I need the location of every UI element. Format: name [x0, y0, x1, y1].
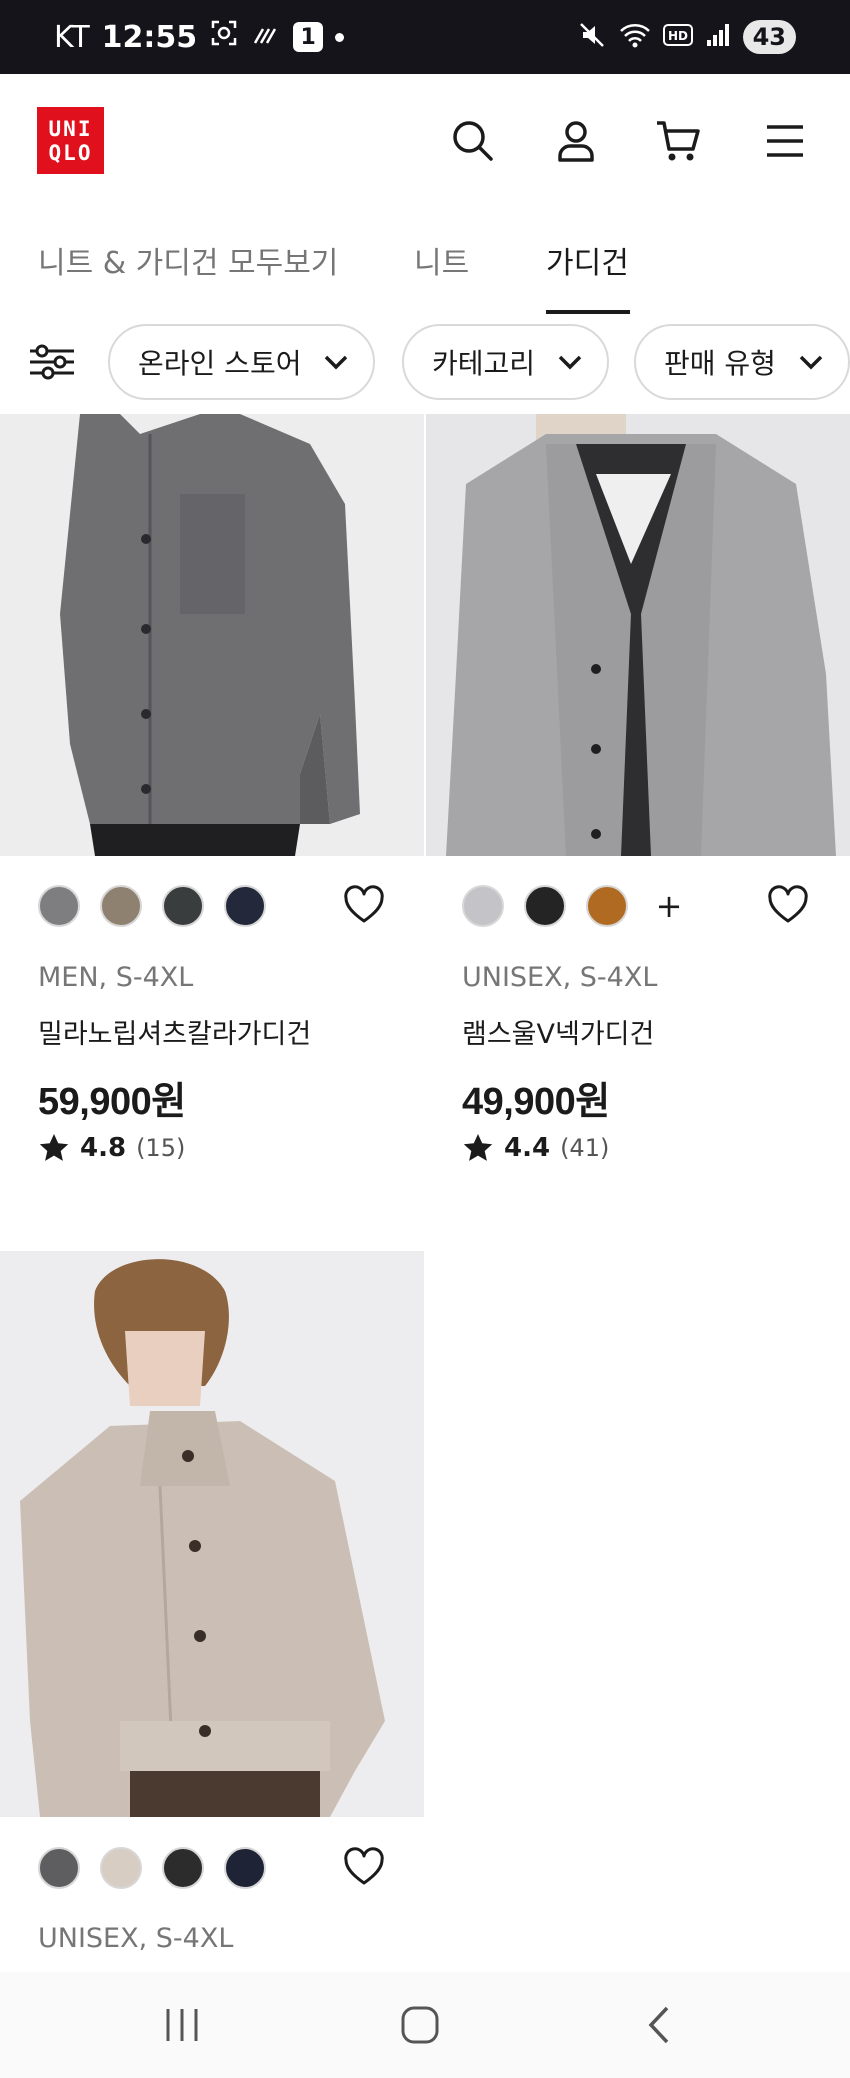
color-swatches [38, 885, 266, 927]
screenshot-icon [209, 18, 239, 56]
carrier-label: KT [54, 19, 90, 55]
hd-icon: HD [662, 24, 693, 50]
product-name[interactable]: 램스울V넥가디건 [462, 1012, 654, 1051]
color-swatch[interactable] [100, 885, 142, 927]
filter-online-store[interactable]: 온라인 스토어 [108, 324, 376, 400]
product-rating: 4.4 (41) [462, 1132, 609, 1164]
product-image[interactable] [0, 414, 424, 856]
product-price: 59,900원 [38, 1081, 186, 1123]
color-swatch[interactable] [224, 1847, 266, 1889]
uniqlo-logo[interactable]: UNI QLO [37, 107, 104, 174]
color-swatch[interactable] [38, 1847, 80, 1889]
review-count: (41) [560, 1134, 610, 1162]
tab-cardigan[interactable]: 가디건 [546, 238, 629, 282]
wishlist-heart-icon[interactable] [343, 885, 385, 927]
color-swatch[interactable] [586, 885, 628, 927]
review-count: (15) [136, 1134, 186, 1162]
color-swatch[interactable] [100, 1847, 142, 1889]
battery-indicator: 43 [742, 20, 796, 54]
product-rating: 4.8 (15) [38, 1132, 185, 1164]
notification-badge: 1 [293, 22, 324, 52]
color-swatch[interactable] [162, 1847, 204, 1889]
filter-label: 판매 유형 [664, 347, 776, 380]
logo-text-top: UNI [48, 116, 93, 141]
product-meta: UNISEX, S-4XL [38, 1923, 234, 1954]
dot-icon [335, 32, 345, 42]
filter-settings-icon[interactable] [28, 342, 78, 386]
product-meta: UNISEX, S-4XL [462, 962, 658, 993]
wifi-icon [619, 21, 651, 53]
color-swatch[interactable] [38, 885, 80, 927]
product-image[interactable] [0, 1251, 424, 1817]
chevron-down-icon [799, 355, 823, 370]
chevron-down-icon [325, 355, 348, 370]
color-swatch[interactable] [462, 885, 504, 927]
filter-label: 온라인 스토어 [138, 347, 302, 380]
product-meta: MEN, S-4XL [38, 962, 194, 993]
system-nav-bar [0, 1972, 850, 2078]
color-swatch[interactable] [224, 885, 266, 927]
star-icon [463, 1134, 493, 1161]
rating-score: 4.4 [504, 1133, 551, 1163]
svg-text:HD: HD [668, 29, 688, 43]
recent-apps-icon[interactable] [152, 2000, 212, 2050]
tab-knit[interactable]: 니트 [414, 238, 469, 282]
category-tabs: 니트 & 가디건 모두보기 니트 가디건 [0, 208, 850, 314]
color-swatches: + [462, 885, 690, 927]
app-header: UNI QLO [0, 74, 850, 208]
search-icon[interactable] [448, 116, 498, 166]
filter-sale-type[interactable]: 판매 유형 [634, 324, 850, 400]
cart-icon[interactable] [653, 116, 703, 166]
clock: 12:55 [101, 19, 198, 55]
star-icon [39, 1134, 69, 1161]
account-icon[interactable] [551, 116, 601, 166]
back-icon[interactable] [628, 2000, 688, 2050]
status-bar: KT 12:55 1 HD 43 [0, 0, 850, 74]
product-image[interactable] [426, 414, 850, 856]
chevron-down-icon [558, 355, 582, 370]
mute-icon [577, 20, 607, 54]
home-icon[interactable] [390, 2000, 450, 2050]
color-swatches [38, 1847, 266, 1889]
product-price: 49,900원 [462, 1081, 610, 1123]
color-swatch[interactable] [162, 885, 204, 927]
color-swatch[interactable] [524, 885, 566, 927]
signal-icon [705, 22, 731, 52]
filter-category[interactable]: 카테고리 [402, 324, 610, 400]
wifi-calling-icon [251, 20, 281, 55]
menu-icon[interactable] [760, 116, 810, 166]
tab-all-knit-cardigan[interactable]: 니트 & 가디건 모두보기 [38, 238, 338, 282]
wishlist-heart-icon[interactable] [343, 1847, 385, 1889]
wishlist-heart-icon[interactable] [767, 885, 809, 927]
filter-bar: 온라인 스토어 카테고리 판매 유형 [0, 314, 850, 414]
filter-label: 카테고리 [432, 347, 536, 380]
logo-text-bottom: QLO [48, 140, 93, 165]
rating-score: 4.8 [80, 1133, 127, 1163]
product-name[interactable]: 밀라노립셔츠칼라가디건 [38, 1012, 311, 1051]
more-colors-plus[interactable]: + [648, 885, 690, 927]
